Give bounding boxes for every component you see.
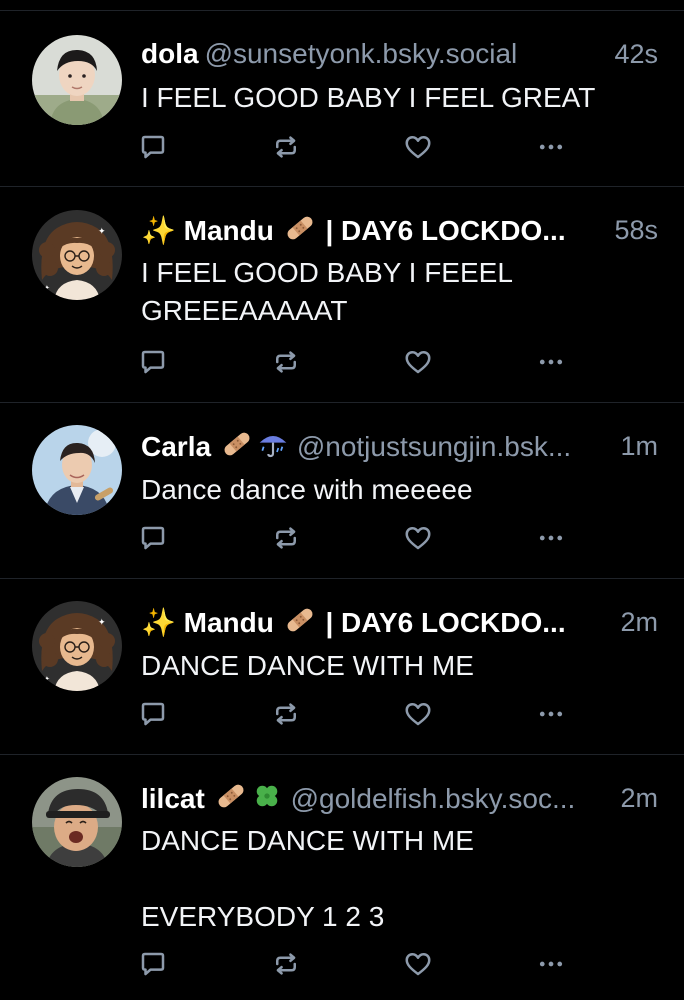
feed-post[interactable]: dola @sunsetyonk.bsky.social 42s I FEEL G… [0, 10, 684, 186]
feed-post[interactable]: ✦ ✦ ✨ Mandu | DAY6 LOCKDO... 58s I FEEL … [0, 186, 684, 402]
like-button[interactable] [402, 346, 434, 378]
heart-outline-icon [403, 132, 433, 162]
repost-button[interactable] [270, 698, 302, 730]
reply-button[interactable] [137, 948, 169, 980]
post-header: Carla @notjustsungjin.bsk... 1m [141, 428, 658, 464]
speech-bubble-icon [138, 949, 168, 979]
author-line: lilcat @goldelfish.bsky.soc... [141, 780, 594, 817]
author-line: dola @sunsetyonk.bsky.social [141, 36, 588, 72]
post-actions [137, 346, 577, 378]
post-timestamp[interactable]: 2m [620, 604, 658, 640]
author-handle[interactable]: @sunsetyonk.bsky.social [205, 38, 518, 69]
ellipsis-icon [536, 949, 566, 979]
bandage-emoji-icon [284, 212, 316, 244]
author-line: ✨ Mandu | DAY6 LOCKDO... [141, 212, 578, 249]
repost-icon [271, 347, 301, 377]
heart-outline-icon [403, 699, 433, 729]
repost-button[interactable] [270, 522, 302, 554]
author-name-suffix[interactable]: | DAY6 LOCKDO... [325, 607, 565, 638]
more-options-button[interactable] [535, 948, 567, 980]
heart-outline-icon [403, 523, 433, 553]
feed-post[interactable]: Carla @notjustsungjin.bsk... 1m Dance da… [0, 402, 684, 578]
feed-post[interactable]: ✦ ✦ ✨ Mandu | DAY6 LOCKDO... 2m DANCE DA… [0, 578, 684, 754]
post-timestamp[interactable]: 42s [614, 36, 658, 72]
ellipsis-icon [536, 132, 566, 162]
bandage-emoji-icon [221, 428, 253, 460]
post-text: I FEEL GOOD BABY I FEEL GREAT [141, 82, 596, 113]
repost-button[interactable] [270, 948, 302, 980]
svg-text:✦: ✦ [44, 675, 50, 683]
author-name[interactable]: dola [141, 38, 199, 69]
svg-text:✦: ✦ [98, 618, 106, 628]
avatar[interactable] [32, 425, 122, 515]
reply-button[interactable] [137, 698, 169, 730]
ellipsis-icon [536, 347, 566, 377]
speech-bubble-icon [138, 523, 168, 553]
more-options-button[interactable] [535, 346, 567, 378]
svg-text:✦: ✦ [44, 284, 50, 292]
author-name-suffix[interactable]: | DAY6 LOCKDO... [325, 215, 565, 246]
like-button[interactable] [402, 698, 434, 730]
speech-bubble-icon [138, 132, 168, 162]
like-button[interactable] [402, 131, 434, 163]
four-leaf-clover-emoji-icon [251, 780, 283, 812]
feed-post[interactable]: lilcat @goldelfish.bsky.soc... 2m DANCE … [0, 754, 684, 1000]
bandage-emoji-icon [215, 780, 247, 812]
ellipsis-icon [536, 699, 566, 729]
avatar[interactable] [32, 777, 122, 867]
author-name-prefix[interactable]: ✨ [141, 215, 176, 246]
more-options-button[interactable] [535, 131, 567, 163]
repost-icon [271, 132, 301, 162]
speech-bubble-icon [138, 347, 168, 377]
more-options-button[interactable] [535, 522, 567, 554]
author-name[interactable]: Carla [141, 431, 211, 462]
post-text: DANCE DANCE WITH ME EVERYBODY 1 2 3 [141, 825, 474, 932]
post-timestamp[interactable]: 2m [620, 780, 658, 816]
avatar[interactable]: ✦ ✦ [32, 601, 122, 691]
author-line: ✨ Mandu | DAY6 LOCKDO... [141, 604, 578, 641]
post-timestamp[interactable]: 1m [620, 428, 658, 464]
post-timestamp[interactable]: 58s [614, 212, 658, 248]
post-header: dola @sunsetyonk.bsky.social 42s [141, 36, 658, 72]
heart-outline-icon [403, 347, 433, 377]
post-actions [137, 131, 577, 163]
avatar[interactable] [32, 35, 122, 125]
more-options-button[interactable] [535, 698, 567, 730]
author-name-prefix[interactable]: ✨ [141, 607, 176, 638]
post-text: Dance dance with meeeee [141, 474, 473, 505]
author-name[interactable]: lilcat [141, 783, 205, 814]
speech-bubble-icon [138, 699, 168, 729]
post-actions [137, 948, 577, 980]
like-button[interactable] [402, 522, 434, 554]
author-handle[interactable]: @goldelfish.bsky.soc... [291, 783, 576, 814]
post-actions [137, 522, 577, 554]
repost-icon [271, 699, 301, 729]
svg-text:✦: ✦ [98, 227, 106, 237]
post-header: ✨ Mandu | DAY6 LOCKDO... 58s [141, 212, 658, 248]
avatar[interactable]: ✦ ✦ [32, 210, 122, 300]
like-button[interactable] [402, 948, 434, 980]
ellipsis-icon [536, 523, 566, 553]
author-handle[interactable]: @notjustsungjin.bsk... [297, 431, 571, 462]
repost-button[interactable] [270, 346, 302, 378]
post-text: DANCE DANCE WITH ME [141, 650, 474, 681]
umbrella-rain-emoji-icon [257, 428, 289, 460]
repost-button[interactable] [270, 131, 302, 163]
author-name[interactable]: Mandu [184, 215, 274, 246]
post-feed: dola @sunsetyonk.bsky.social 42s I FEEL G… [0, 0, 684, 1000]
post-text: I FEEL GOOD BABY I FEEEL GREEEAAAAAT [141, 257, 513, 326]
bandage-emoji-icon [284, 604, 316, 636]
author-line: Carla @notjustsungjin.bsk... [141, 428, 592, 465]
repost-icon [271, 949, 301, 979]
repost-icon [271, 523, 301, 553]
post-header: ✨ Mandu | DAY6 LOCKDO... 2m [141, 604, 658, 640]
post-actions [137, 698, 577, 730]
reply-button[interactable] [137, 131, 169, 163]
reply-button[interactable] [137, 346, 169, 378]
author-name[interactable]: Mandu [184, 607, 274, 638]
reply-button[interactable] [137, 522, 169, 554]
post-header: lilcat @goldelfish.bsky.soc... 2m [141, 780, 658, 816]
heart-outline-icon [403, 949, 433, 979]
